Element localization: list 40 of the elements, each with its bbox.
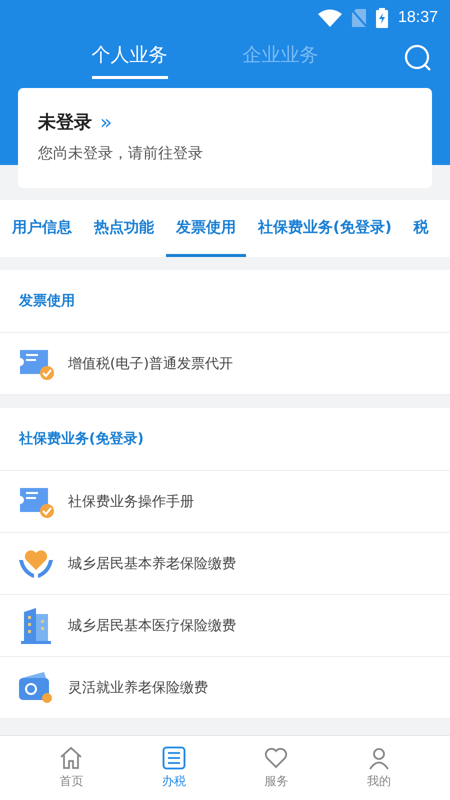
- item-label: 城乡居民基本医疗保险缴费: [68, 616, 236, 634]
- status-time: 18:37: [398, 9, 438, 27]
- double-chevron-icon: »: [100, 112, 112, 132]
- search-icon[interactable]: [404, 44, 432, 72]
- item-label: 城乡居民基本养老保险缴费: [68, 554, 236, 572]
- wifi-icon: [318, 9, 342, 27]
- category-tab[interactable]: 税: [404, 200, 439, 257]
- login-status-title: 未登录: [38, 111, 92, 134]
- list-item[interactable]: 城乡居民基本养老保险缴费: [0, 533, 450, 595]
- section-title: 社保费业务(免登录): [19, 430, 144, 448]
- nav-tab[interactable]: 服务: [246, 736, 306, 800]
- nav-tab[interactable]: 办税: [144, 736, 204, 800]
- ticket-check-icon: [18, 486, 54, 518]
- login-card[interactable]: 未登录 » 您尚未登录，请前往登录: [18, 88, 432, 188]
- list-item[interactable]: 灵活就业养老保险缴费: [0, 657, 450, 719]
- home-icon: [59, 746, 84, 770]
- item-label: 增值税(电子)普通发票代开: [68, 354, 233, 372]
- nav-tab[interactable]: 我的: [348, 736, 409, 800]
- category-tab[interactable]: 用户信息: [2, 200, 82, 257]
- list-item[interactable]: 城乡居民基本医疗保险缴费: [0, 595, 450, 657]
- category-tab[interactable]: 热点功能: [84, 200, 164, 257]
- category-tab[interactable]: 社保费业务(免登录): [248, 200, 402, 257]
- no-sim-icon: [352, 9, 366, 27]
- list-item[interactable]: 社保费业务操作手册: [0, 471, 450, 533]
- battery-icon: [376, 8, 388, 28]
- item-label: 灵活就业养老保险缴费: [68, 678, 208, 696]
- section-title: 发票使用: [19, 292, 75, 310]
- person-icon: [366, 746, 391, 770]
- wallet-icon: [18, 672, 54, 704]
- ticket-check-icon: [18, 348, 54, 380]
- list-item[interactable]: 增值税(电子)普通发票代开: [0, 333, 450, 395]
- list-icon: [162, 746, 186, 770]
- nav-tab[interactable]: 首页: [41, 736, 102, 800]
- category-tab[interactable]: 发票使用: [166, 200, 246, 257]
- top-tab[interactable]: 个人业务: [92, 38, 168, 78]
- heart-hands-icon: [18, 548, 54, 580]
- building-icon: [18, 608, 54, 644]
- item-label: 社保费业务操作手册: [68, 492, 194, 510]
- heart-icon: [264, 746, 288, 770]
- login-prompt: 您尚未登录，请前往登录: [38, 144, 204, 163]
